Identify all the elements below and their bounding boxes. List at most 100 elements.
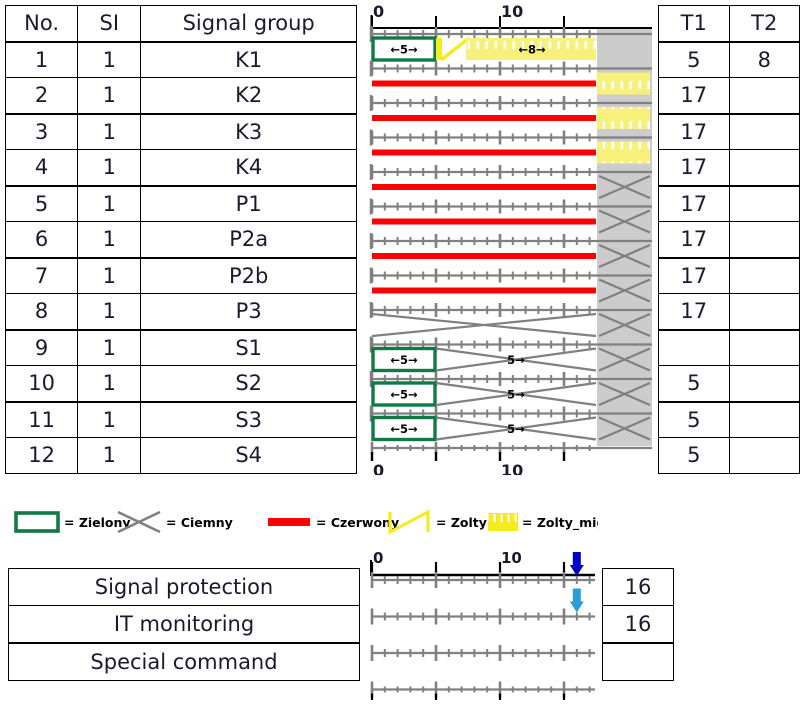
table-row[interactable]: 10 1 S2 [4,365,357,402]
bottom-track [370,588,595,625]
bottom-track [370,645,595,661]
yellow-blink-icon [488,513,518,531]
cell-t1: 17 [658,77,730,114]
cell-signal-group: S4 [140,437,357,474]
legend-item: = Zolty [388,509,487,535]
table-row[interactable]: 5 [658,400,800,438]
table-row[interactable]: 5 [658,365,800,402]
cell-t2 [728,221,800,258]
cell-signal-group: S2 [140,365,357,402]
segment-yellow-blink [597,107,650,129]
segment-red [372,115,596,121]
axis-label-bottom: 0 [373,461,384,475]
segment-label: 5→ [507,422,525,436]
cell-t2 [728,365,800,402]
table-header-row: T1 T2 [658,5,800,42]
cell-si: 1 [77,328,142,366]
column-header-t1: T1 [658,5,730,42]
table-row[interactable]: 4 1 K4 [4,149,357,186]
cell-si: 1 [77,77,142,114]
cell-signal-group: K4 [140,149,357,186]
cell-signal-group: S3 [140,400,357,438]
table-row[interactable]: 17 [658,293,800,330]
segment-yellow-blink [597,72,650,95]
bottom-timing-diagram: 010010 [365,549,605,704]
signal-group-table: No. SI Signal group 1 1 K1 2 1 K2 3 1 K3 4 1 K4 5 1 P1 6 1 P… [4,5,357,474]
table-row[interactable]: 6 1 P2a [4,221,357,258]
arrow-down-icon [569,601,584,613]
table-row[interactable]: 12 1 S4 [4,437,357,474]
bottom-table-row[interactable]: Signal protection [8,568,360,606]
cell-signal-group: P1 [140,184,357,222]
cell-t1: 17 [658,256,730,294]
cell-si: 1 [77,437,142,474]
bottom-row-label: Special command [8,642,360,681]
table-row[interactable]: 17 [658,184,800,222]
table-row[interactable]: 2 1 K2 [4,77,357,114]
cell-si: 1 [77,256,142,294]
table-row[interactable]: 9 1 S1 [4,328,357,366]
table-row[interactable] [658,328,800,366]
segment-red [372,287,596,294]
axis-label-top: 10 [501,550,522,567]
cell-t2: 8 [728,40,800,78]
table-row[interactable]: 3 1 K3 [4,112,357,150]
table-row[interactable]: 7 1 P2b [4,256,357,294]
table-row[interactable]: 17 [658,77,800,114]
cell-signal-group: P3 [140,293,357,330]
table-row[interactable]: 11 1 S3 [4,400,357,438]
bottom-t-row[interactable]: 16 [602,605,674,644]
bottom-t-row[interactable] [602,642,674,681]
green-box-icon [14,511,60,533]
bottom-row-label: IT monitoring [8,605,360,644]
bottom-row-label: Signal protection [8,568,360,606]
cell-no: 3 [4,112,79,150]
cell-no: 4 [4,149,79,186]
column-header: SI [77,5,142,42]
bottom-table-row[interactable]: IT monitoring [8,605,360,644]
legend-item: = Zielony [14,511,131,533]
legend-label: = Zolty [436,515,487,530]
table-row[interactable]: 17 [658,221,800,258]
table-row[interactable]: 5 [658,437,800,474]
cell-no: 11 [4,400,79,438]
cell-t1: 5 [658,40,730,78]
table-row[interactable]: 5 1 P1 [4,184,357,222]
timing-values-table: T1 T2 5 8 17 17 17 17 17 17 17 5 5 5 [658,5,800,474]
legend-item: = Czerwony [268,515,399,530]
bottom-table-row[interactable]: Special command [8,642,360,681]
legend: = Zielony = Ciemny = Czerwony = Zolty = Zolt… [8,500,627,540]
table-row[interactable]: 17 [658,256,800,294]
bottom-cell-t1: 16 [602,568,674,606]
table-row[interactable]: 8 1 P3 [4,293,357,330]
table-row[interactable]: 1 1 K1 [4,40,357,78]
cell-t1: 17 [658,221,730,258]
table-row[interactable]: 17 [658,112,800,150]
cell-no: 6 [4,221,79,258]
table-row[interactable]: 17 [658,149,800,186]
cell-t2 [728,256,800,294]
legend-item: = Ciemny [117,510,233,534]
cell-t1: 17 [658,149,730,186]
bottom-t-row[interactable]: 16 [602,568,674,606]
segment-label: 5→ [507,388,525,402]
column-header-t2: T2 [728,5,800,42]
segment-yellow-blink [597,141,650,164]
axis-label-top: 0 [373,550,383,567]
cell-no: 9 [4,328,79,366]
bottom-timing-values-table: 16 16 [602,568,674,681]
cell-no: 2 [4,77,79,114]
bottom-cell-t1 [602,642,674,681]
bottom-timing-diagram-svg: 010010 [370,549,595,704]
segment-red [372,218,596,225]
table-row[interactable]: 58 [658,40,800,78]
cell-t1: 5 [658,365,730,402]
segment-label: 5→ [507,353,525,367]
segment-label: ←5→ [390,422,418,436]
cell-signal-group: P2a [140,221,357,258]
segment-label: ←5→ [390,43,418,57]
segment-red [372,253,596,259]
cell-no: 8 [4,293,79,330]
cell-signal-group: S1 [140,328,357,366]
cell-si: 1 [77,40,142,78]
